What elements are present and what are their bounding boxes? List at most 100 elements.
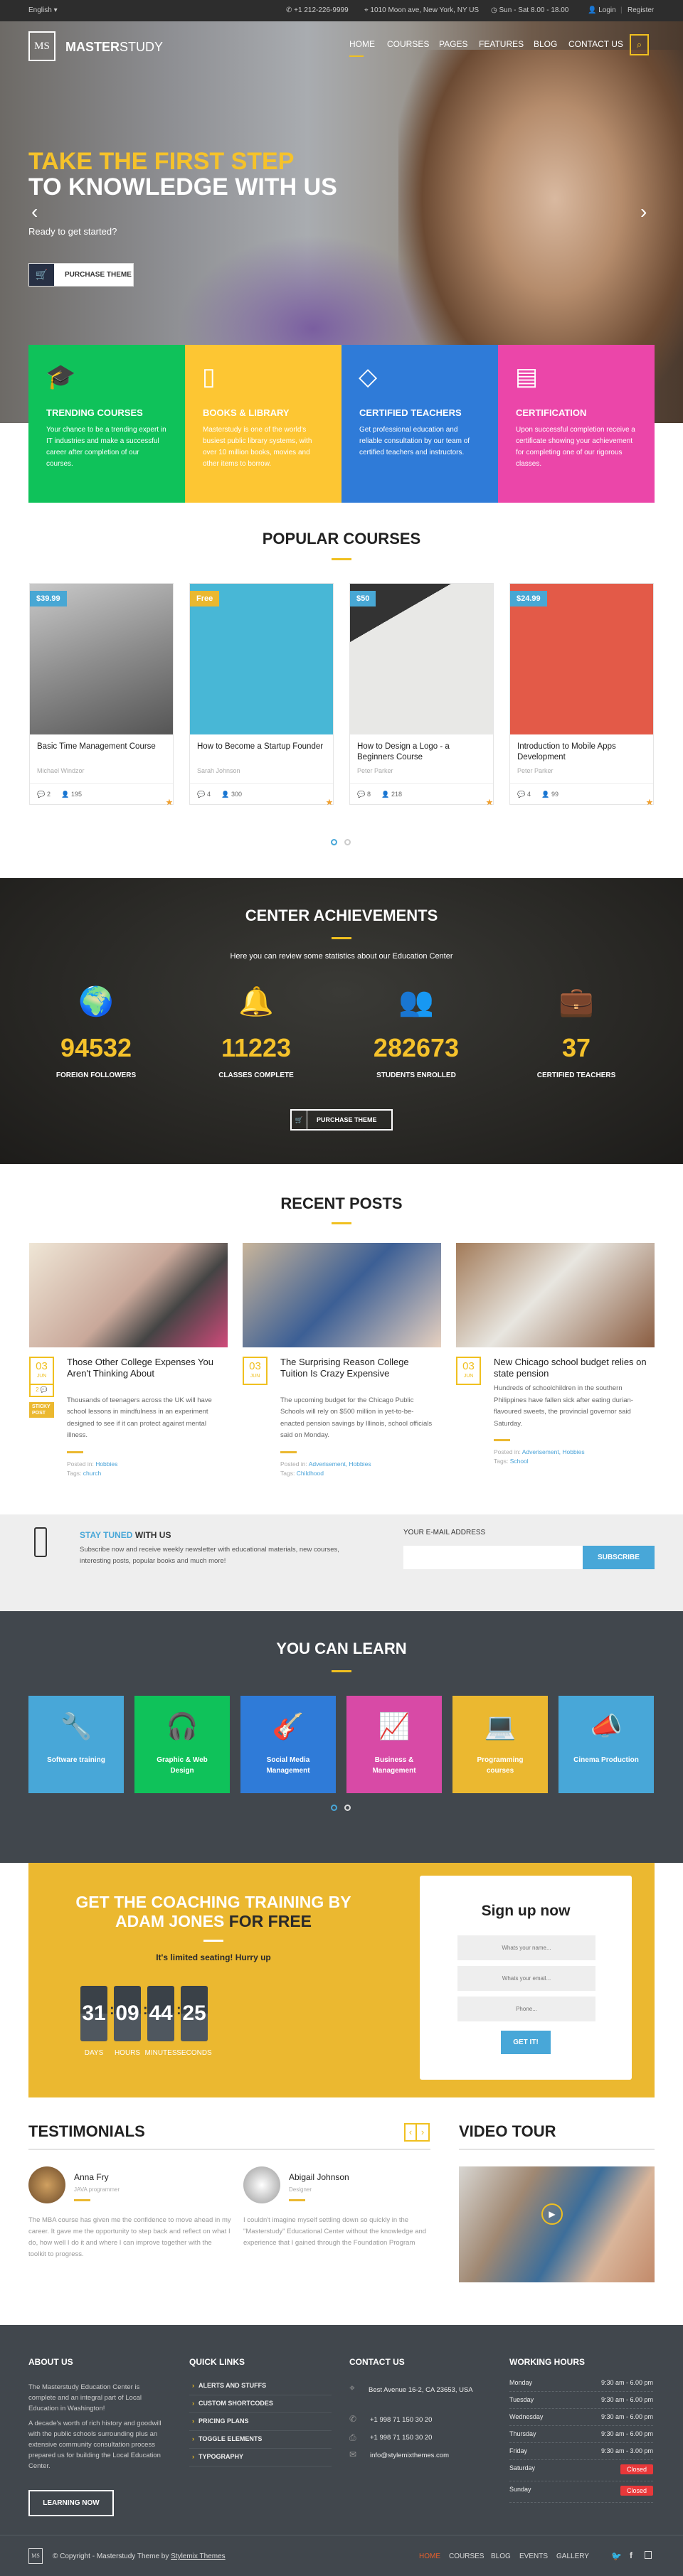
hours-value: 9:30 am - 6.00 pm xyxy=(600,2396,653,2403)
category-link[interactable]: Hobbies xyxy=(95,1460,117,1468)
category-link[interactable]: Adverisement, Hobbies xyxy=(522,1448,585,1455)
post-title[interactable]: Those Other College Expenses You Aren't … xyxy=(67,1357,223,1379)
contact-email[interactable]: info@stylemixthemes.com xyxy=(370,2452,449,2459)
quick-link[interactable]: › TYPOGRAPHY xyxy=(189,2449,332,2467)
course-meta: 💬 2 👤 195 ★ ★ ★ ★ ★ xyxy=(30,783,173,807)
countdown-days: 31 xyxy=(80,1986,107,2041)
email-input[interactable] xyxy=(403,1546,583,1569)
nav-item-features[interactable]: FEATURES xyxy=(479,39,524,49)
play-icon[interactable]: ▶ xyxy=(541,2203,563,2225)
contact-address: Best Avenue 16-2, CA 23653, USA xyxy=(369,2386,473,2394)
footer-nav-events[interactable]: EVENTS xyxy=(519,2553,548,2560)
course-card[interactable]: Free How to Become a Startup Founder Sar… xyxy=(189,583,334,807)
post-title[interactable]: New Chicago school budget relies on stat… xyxy=(494,1357,650,1379)
feature-title: CERTIFICATION xyxy=(516,407,587,418)
carousel-dot[interactable] xyxy=(344,1805,351,1811)
language-select[interactable]: English ▾ xyxy=(28,6,58,14)
footer-nav-blog[interactable]: BLOG xyxy=(491,2553,511,2560)
course-meta: 💬 4 👤 300 ★ ★ ★ ★ ★ xyxy=(190,783,333,807)
video-thumbnail[interactable]: ▶ xyxy=(459,2166,655,2282)
feature-box[interactable]: 🎓 TRENDING COURSES Your chance to be a t… xyxy=(28,345,185,503)
feature-box[interactable]: ▤ CERTIFICATION Upon successful completi… xyxy=(498,345,655,503)
instagram-icon[interactable] xyxy=(645,2551,652,2559)
footer-logo[interactable]: MS xyxy=(28,2548,43,2564)
purchase-theme-button-2[interactable]: 🛒 PURCHASE THEME xyxy=(290,1109,393,1131)
post-image[interactable] xyxy=(243,1243,441,1347)
cart-icon: 🛒 xyxy=(29,264,54,286)
twitter-icon[interactable]: 🐦 xyxy=(611,2551,622,2561)
login-link[interactable]: 👤 Login xyxy=(588,6,616,14)
tag-link[interactable]: church xyxy=(83,1470,102,1477)
course-title[interactable]: Basic Time Management Course xyxy=(37,742,165,752)
category-label: Programming courses xyxy=(477,1756,524,1775)
post-image[interactable] xyxy=(456,1243,655,1347)
logo-text[interactable]: MASTERSTUDY xyxy=(65,40,163,55)
tag-link[interactable]: Childhood xyxy=(297,1470,324,1477)
quick-link[interactable]: › CUSTOM SHORTCODES xyxy=(189,2395,332,2413)
nav-item-pages[interactable]: PAGES xyxy=(439,39,467,49)
comments-count: 4 xyxy=(207,791,211,798)
feature-box[interactable]: ▯ BOOKS & LIBRARY Masterstudy is one of … xyxy=(185,345,342,503)
learning-now-button[interactable]: LEARNING NOW xyxy=(28,2490,114,2516)
course-title[interactable]: Introduction to Mobile Apps Development xyxy=(517,742,645,763)
hours-row: Wednesday 9:30 am - 6.00 pm xyxy=(509,2409,653,2426)
category-tile[interactable]: 🎧 Graphic & Web Design xyxy=(134,1696,230,1793)
tag-link[interactable]: School xyxy=(510,1458,529,1465)
bell-icon: 🔔 xyxy=(238,986,274,1017)
category-tile[interactable]: 📈 Business & Management xyxy=(346,1696,442,1793)
email-label: YOUR E-MAIL ADDRESS xyxy=(403,1529,486,1536)
name-input[interactable] xyxy=(457,1935,595,1960)
chevron-right-icon: › xyxy=(192,2453,194,2460)
footer-nav-home[interactable]: HOME xyxy=(419,2553,440,2560)
contact-fax: +1 998 71 150 30 20 xyxy=(370,2434,433,2442)
course-title[interactable]: How to Design a Logo - a Beginners Cours… xyxy=(357,742,485,763)
course-card[interactable]: $24.99 Introduction to Mobile Apps Devel… xyxy=(509,583,654,807)
slider-next-arrow-icon[interactable]: › xyxy=(640,201,647,223)
testimonial-next-button[interactable]: › xyxy=(417,2123,430,2142)
facebook-icon[interactable]: f xyxy=(630,2550,632,2560)
phone-input[interactable] xyxy=(457,1997,595,2021)
category-tile[interactable]: 💻 Programming courses xyxy=(452,1696,548,1793)
subscribe-button[interactable]: SUBSCRIBE xyxy=(583,1546,655,1569)
category-tile[interactable]: 🎸 Social Media Management xyxy=(240,1696,336,1793)
feature-text: Get professional education and reliable … xyxy=(359,426,470,456)
carousel-dot-active[interactable] xyxy=(331,1805,337,1811)
nav-item-home[interactable]: HOME xyxy=(349,39,375,49)
quick-link[interactable]: › PRICING PLANS xyxy=(189,2413,332,2431)
post-title[interactable]: The Surprising Reason College Tuition Is… xyxy=(280,1357,437,1379)
top-bar: English ▾ ✆ +1 212-226-9999 ⌖ 1010 Moon … xyxy=(0,0,683,21)
register-link[interactable]: Register xyxy=(628,6,654,14)
footer-nav-gallery[interactable]: GALLERY xyxy=(556,2553,589,2560)
testimonial-name: Abigail Johnson xyxy=(289,2172,349,2182)
carousel-dot-active[interactable] xyxy=(331,839,337,845)
course-card[interactable]: $39.99 Basic Time Management Course Mich… xyxy=(29,583,174,807)
video-tour-title: VIDEO TOUR xyxy=(459,2122,556,2140)
nav-item-courses[interactable]: COURSES xyxy=(387,39,429,49)
email-input[interactable] xyxy=(457,1966,595,1991)
carousel-dot[interactable] xyxy=(344,839,351,845)
category-tile[interactable]: 🔧 Software training xyxy=(28,1696,124,1793)
course-card[interactable]: $50 How to Design a Logo - a Beginners C… xyxy=(349,583,494,807)
post-image[interactable] xyxy=(29,1243,228,1347)
quick-link[interactable]: › TOGGLE ELEMENTS xyxy=(189,2431,332,2449)
logo-mark[interactable]: MS xyxy=(28,31,55,61)
post-comments[interactable]: 2 💬 xyxy=(29,1384,54,1397)
get-it-button[interactable]: GET IT! xyxy=(501,2031,551,2054)
quick-link[interactable]: › ALERTS AND STUFFS xyxy=(189,2378,332,2395)
stylemix-link[interactable]: Stylemix Themes xyxy=(171,2553,226,2560)
slider-prev-arrow-icon[interactable]: ‹ xyxy=(31,201,38,223)
stat-value: 11223 xyxy=(221,1033,292,1062)
category-tile[interactable]: 📣 Cinema Production xyxy=(558,1696,654,1793)
testimonial-prev-button[interactable]: ‹ xyxy=(404,2123,417,2142)
course-title[interactable]: How to Become a Startup Founder xyxy=(197,742,325,752)
footer-nav-courses[interactable]: COURSES xyxy=(449,2553,484,2560)
nav-item-blog[interactable]: BLOG xyxy=(534,39,557,49)
nav-item-contact-us[interactable]: CONTACT US xyxy=(568,39,623,49)
feature-box[interactable]: ◇ CERTIFIED TEACHERS Get professional ed… xyxy=(342,345,498,503)
feature-title: BOOKS & LIBRARY xyxy=(203,407,290,418)
purchase-theme-button[interactable]: 🛒 PURCHASE THEME xyxy=(28,263,134,287)
divider xyxy=(74,2199,90,2201)
search-button[interactable]: ⌕ xyxy=(630,34,649,55)
title-divider xyxy=(332,1222,351,1224)
category-link[interactable]: Adverisement, Hobbies xyxy=(309,1460,371,1468)
